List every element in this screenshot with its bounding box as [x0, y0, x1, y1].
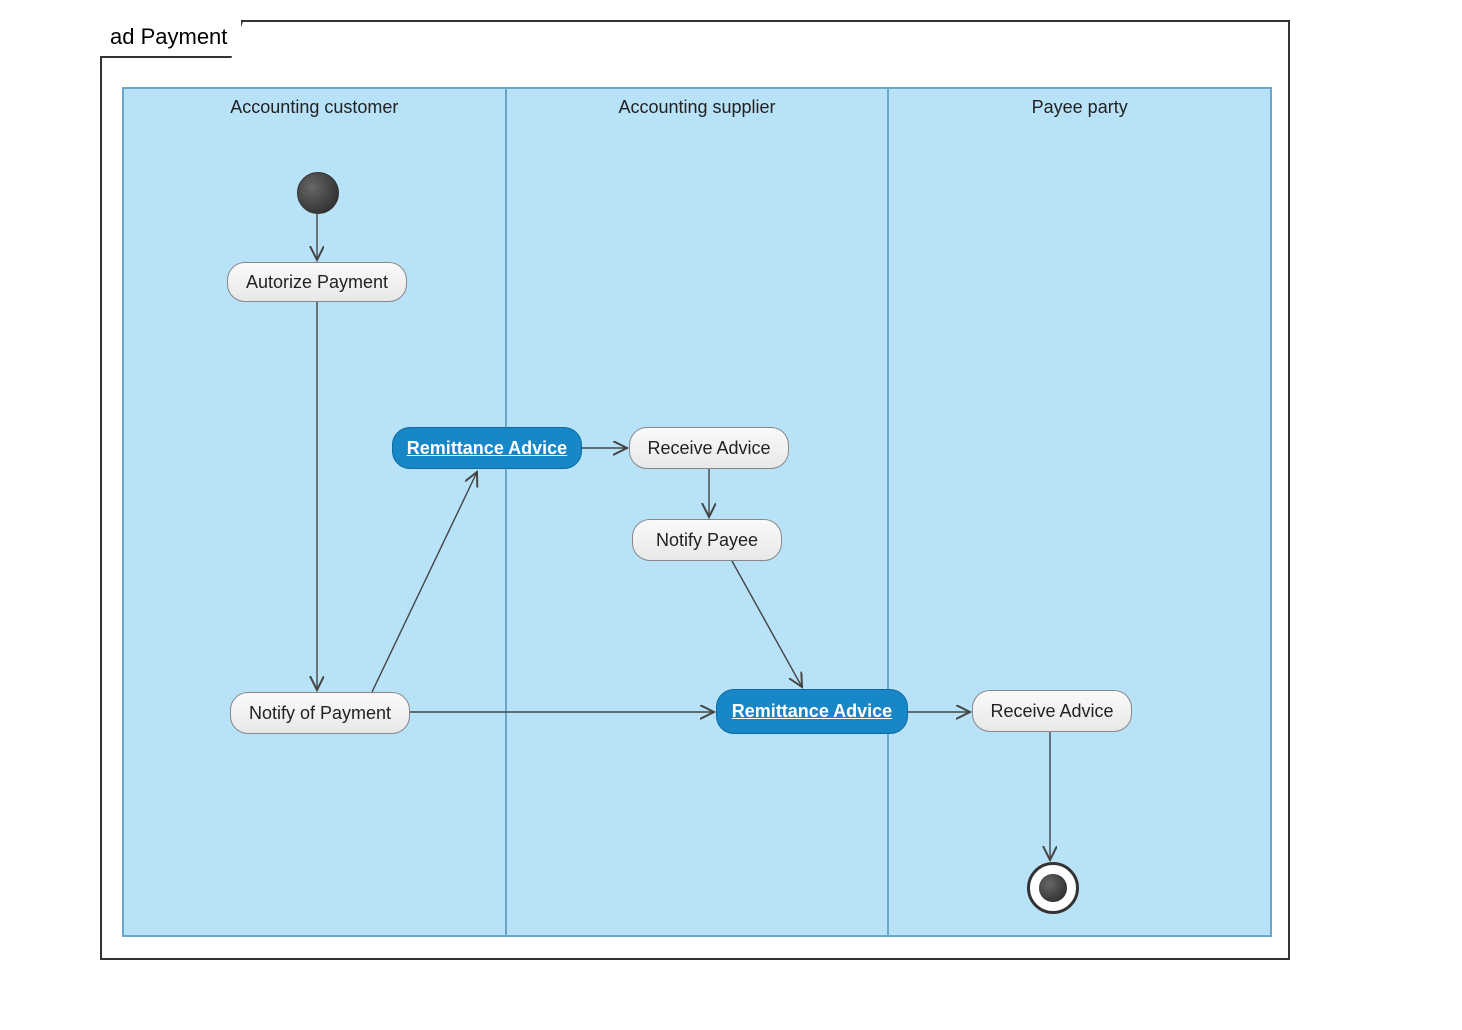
- diagram-frame: ad Payment Accounting customer Accountin…: [100, 20, 1290, 960]
- activity-notify-of-payment: Notify of Payment: [230, 692, 410, 734]
- final-node: [1027, 862, 1079, 914]
- final-node-inner: [1039, 874, 1067, 902]
- activity-authorize-payment: Autorize Payment: [227, 262, 407, 302]
- initial-node: [297, 172, 339, 214]
- lane-accounting-supplier: Accounting supplier: [507, 87, 890, 937]
- lane-title: Accounting customer: [124, 89, 505, 118]
- activity-receive-advice-2: Receive Advice: [972, 690, 1132, 732]
- lane-accounting-customer: Accounting customer: [122, 87, 507, 937]
- lane-title: Payee party: [889, 89, 1270, 118]
- object-remittance-advice-2: Remittance Advice: [716, 689, 908, 734]
- diagram-title: ad Payment: [100, 20, 243, 58]
- activity-receive-advice-1: Receive Advice: [629, 427, 789, 469]
- activity-notify-payee: Notify Payee: [632, 519, 782, 561]
- swimlanes: Accounting customer Accounting supplier …: [122, 87, 1272, 937]
- lane-title: Accounting supplier: [507, 89, 888, 118]
- lane-payee-party: Payee party: [889, 87, 1272, 937]
- object-remittance-advice-1: Remittance Advice: [392, 427, 582, 469]
